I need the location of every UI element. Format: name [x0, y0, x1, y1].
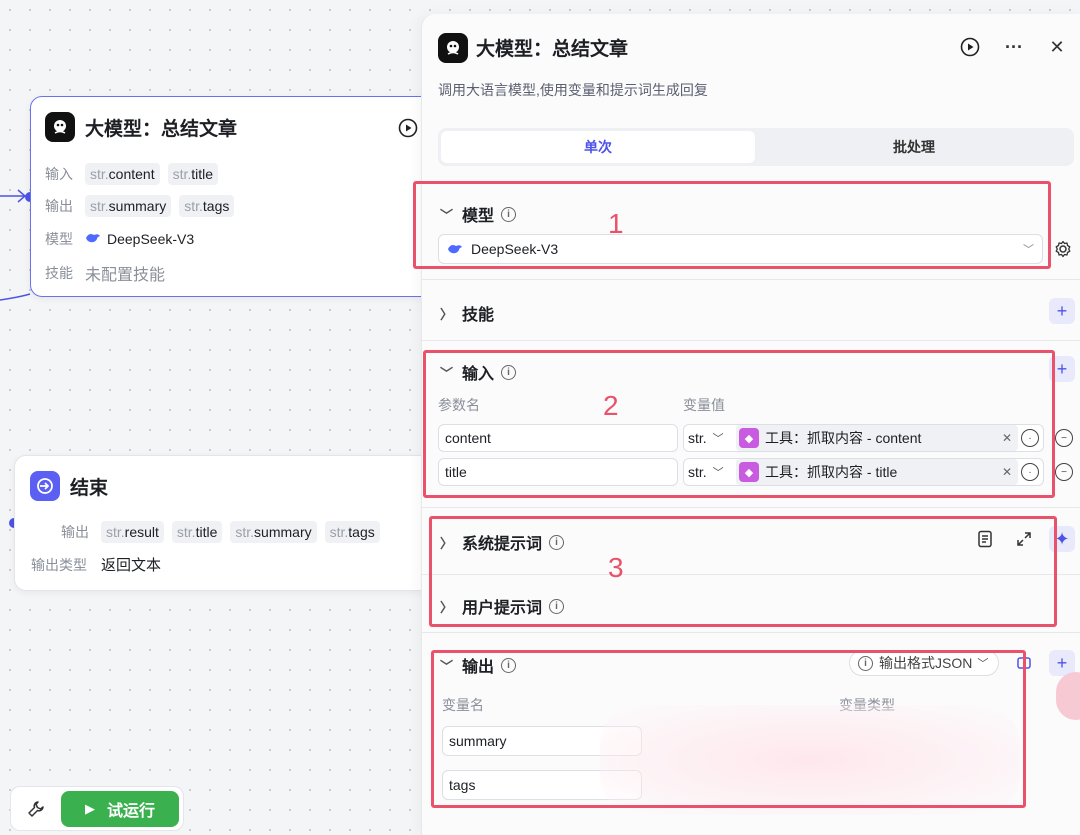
- annotation-box: [423, 350, 1055, 498]
- run-node-icon[interactable]: [957, 34, 983, 60]
- annotation-number: 2: [603, 390, 619, 421]
- wrench-icon[interactable]: [23, 796, 49, 822]
- end-output-tag: str.title: [171, 521, 223, 543]
- annotation-box: [429, 516, 1057, 627]
- end-node-title: 结束: [70, 477, 109, 499]
- panel-description: 调用大语言模型,使用变量和提示词生成回复: [438, 82, 708, 98]
- divider: [422, 507, 1080, 508]
- end-output-type-label: 输出类型: [31, 556, 87, 573]
- llm-skill-value: 未配置技能: [85, 267, 166, 284]
- tab-single[interactable]: 单次: [441, 131, 755, 163]
- remove-input-icon[interactable]: −: [1055, 463, 1073, 481]
- llm-output-label: 输出: [45, 198, 73, 214]
- annotation-number: 3: [608, 552, 624, 583]
- skill-section-header[interactable]: 〉 技能: [440, 301, 494, 325]
- llm-node-title: 大模型：总结文章: [85, 118, 238, 140]
- bottom-toolbar: ▶ 试运行: [10, 786, 184, 831]
- end-node-icon: [30, 471, 60, 501]
- llm-input-tag: str.content: [85, 163, 160, 185]
- divider: [422, 632, 1080, 633]
- llm-skill-label: 技能: [45, 265, 73, 281]
- mode-tabs: 单次 批处理: [438, 128, 1074, 166]
- close-icon[interactable]: ✕: [1044, 34, 1070, 60]
- play-icon: ▶: [84, 801, 95, 816]
- end-output-type-value: 返回文本: [101, 557, 162, 574]
- remove-input-icon[interactable]: −: [1055, 429, 1073, 447]
- test-run-button[interactable]: ▶ 试运行: [61, 791, 179, 827]
- annotation-number: 1: [608, 208, 624, 239]
- end-output-tag: str.summary: [230, 521, 317, 543]
- annotation-box: [413, 181, 1051, 269]
- panel-llm-icon: [438, 33, 468, 63]
- end-output-tag: str.tags: [324, 521, 380, 543]
- llm-input-tag: str.title: [167, 163, 219, 185]
- llm-output-tag: str.summary: [85, 195, 172, 217]
- annotation-box: [431, 650, 1026, 808]
- llm-node-icon: [45, 112, 75, 142]
- llm-model-value: DeepSeek-V3: [107, 231, 195, 247]
- end-output-tag: str.result: [101, 521, 164, 543]
- llm-node[interactable]: 大模型：总结文章 输入 str.content str.title 输出 str…: [30, 96, 450, 297]
- gear-icon[interactable]: [1050, 236, 1076, 262]
- panel-title: 大模型：总结文章: [476, 39, 629, 60]
- end-output-label: 输出: [61, 524, 89, 540]
- divider: [422, 279, 1080, 280]
- end-node[interactable]: 结束 输出 str.result str.title str.summary s…: [14, 455, 450, 591]
- add-skill-button[interactable]: +: [1049, 298, 1075, 324]
- llm-node-run-icon[interactable]: [395, 115, 421, 141]
- llm-input-label: 输入: [45, 166, 73, 182]
- llm-output-tag: str.tags: [179, 195, 235, 217]
- deepseek-icon: [85, 231, 101, 247]
- divider: [422, 340, 1080, 341]
- more-icon[interactable]: ···: [1001, 34, 1027, 60]
- chevron-right-icon: 〉: [440, 306, 454, 322]
- tab-batch[interactable]: 批处理: [757, 131, 1071, 163]
- llm-model-label: 模型: [45, 231, 73, 247]
